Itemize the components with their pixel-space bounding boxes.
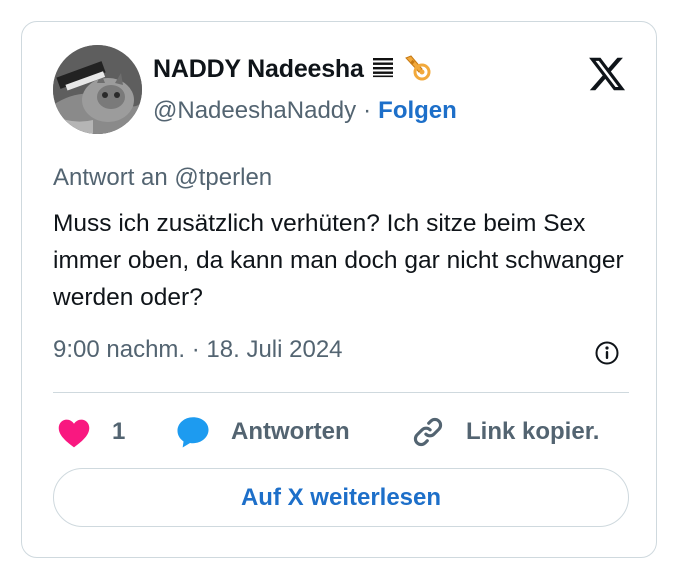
reply-label: Antworten: [231, 418, 350, 445]
read-more-button[interactable]: Auf X weiterlesen: [53, 468, 629, 527]
link-icon: [413, 417, 443, 447]
copy-link-label: Link kopier.: [466, 418, 600, 445]
like-count: 1: [112, 418, 126, 445]
author-name-row: NADDY Nadeesha: [153, 52, 432, 86]
avatar[interactable]: [53, 45, 142, 134]
tweet-timestamp[interactable]: 9:00 nachm. · 18. Juli 2024: [53, 336, 343, 364]
info-icon[interactable]: [594, 340, 620, 366]
divider: [53, 392, 629, 393]
heart-icon: [58, 419, 90, 448]
like-button[interactable]: 1: [56, 414, 125, 450]
embedded-tweet-card: NADDY Nadeesha @NadeeshaNaddy · Folgen A…: [21, 21, 657, 558]
reply-to-label[interactable]: Antwort an @tperlen: [53, 164, 272, 192]
author-handle[interactable]: @NadeeshaNaddy: [153, 97, 356, 125]
tweet-text: Muss ich zusätzlich verhüten? Ich sitze …: [53, 210, 624, 311]
separator-dot: ·: [363, 97, 372, 124]
copy-link-button[interactable]: Link kopier.: [411, 414, 599, 450]
author-handle-row: @NadeeshaNaddy · Folgen: [153, 94, 457, 128]
trumpet-emoji-icon: [402, 52, 432, 87]
author-name[interactable]: NADDY Nadeesha: [153, 55, 364, 84]
speech-bubble-icon: [177, 417, 209, 448]
reply-button[interactable]: Antworten: [175, 414, 350, 450]
follow-link[interactable]: Folgen: [378, 97, 457, 125]
x-logo-icon[interactable]: [587, 54, 627, 94]
notepad-lines-emoji-icon: [370, 54, 396, 85]
cat-photo-avatar-icon: [53, 45, 142, 134]
